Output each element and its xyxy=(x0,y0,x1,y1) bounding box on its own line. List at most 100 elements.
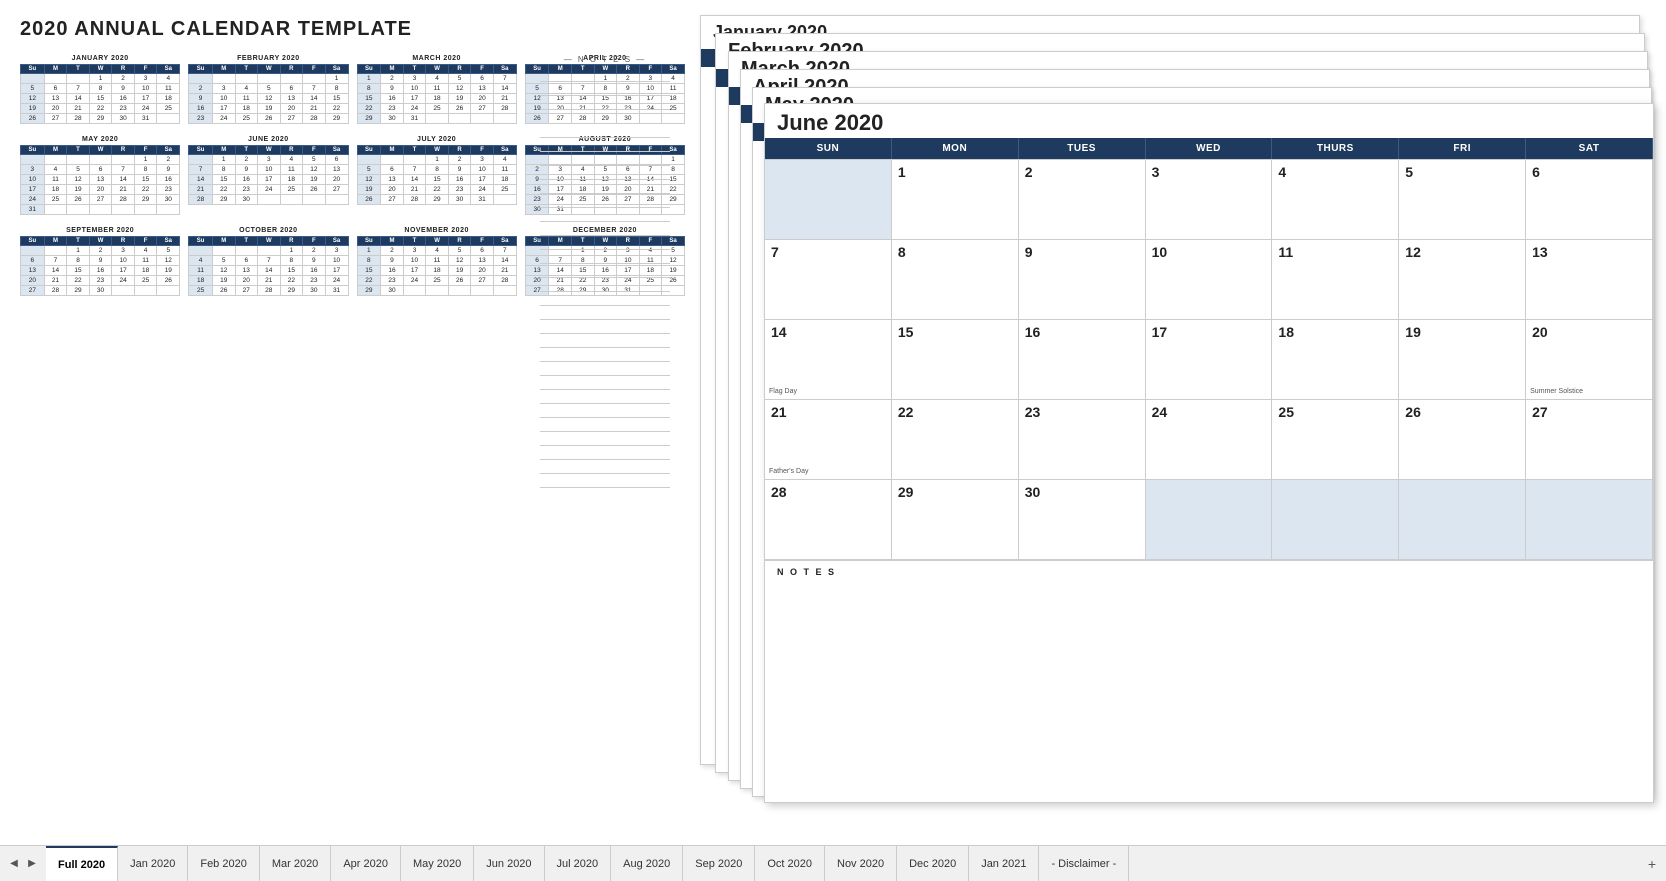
cell-note: Flag Day xyxy=(769,388,797,395)
june-cell: 22 xyxy=(892,400,1019,480)
notes-line xyxy=(540,390,670,404)
notes-line xyxy=(540,124,670,138)
june-cell: 2 xyxy=(1019,160,1146,240)
sheet-tab[interactable]: May 2020 xyxy=(401,846,474,881)
mini-month: FEBRUARY 2020SuMTWRFSa123456789101112131… xyxy=(188,55,348,124)
sheet-tab[interactable]: Sep 2020 xyxy=(683,846,755,881)
june-cell: 30 xyxy=(1019,480,1146,560)
june-cell: 4 xyxy=(1272,160,1399,240)
sheet-tab[interactable]: Aug 2020 xyxy=(611,846,683,881)
mini-month-title: FEBRUARY 2020 xyxy=(188,55,348,62)
june-cell: 26 xyxy=(1399,400,1526,480)
mini-month-title: JULY 2020 xyxy=(357,136,517,143)
june-cell: 27 xyxy=(1526,400,1653,480)
notes-line xyxy=(540,82,670,96)
notes-line xyxy=(540,334,670,348)
sheet-tab[interactable]: Full 2020 xyxy=(46,846,118,881)
mini-month: SEPTEMBER 2020SuMTWRFSa12345678910111213… xyxy=(20,227,180,296)
june-cell: 10 xyxy=(1146,240,1273,320)
mini-month: MARCH 2020SuMTWRFSa123456789101112131415… xyxy=(357,55,517,124)
june-cell: 20Summer Solstice xyxy=(1526,320,1653,400)
notes-line xyxy=(540,96,670,110)
cell-note: Father's Day xyxy=(769,468,808,475)
june-cell xyxy=(1146,480,1273,560)
june-cell: 9 xyxy=(1019,240,1146,320)
page-title: 2020 ANNUAL CALENDAR TEMPLATE xyxy=(20,18,412,41)
june-cell: 1 xyxy=(892,160,1019,240)
june-cell: 21Father's Day xyxy=(765,400,892,480)
mini-month-title: OCTOBER 2020 xyxy=(188,227,348,234)
main-content: 2020 ANNUAL CALENDAR TEMPLATE JANUARY 20… xyxy=(0,0,1666,845)
sheet-tab[interactable]: Nov 2020 xyxy=(825,846,897,881)
june-cell: 15 xyxy=(892,320,1019,400)
june-notes-row: N O T E S xyxy=(765,560,1653,610)
mini-month: NOVEMBER 2020SuMTWRFSa123456789101112131… xyxy=(357,227,517,296)
june-cell: 8 xyxy=(892,240,1019,320)
june-cell: 24 xyxy=(1146,400,1273,480)
mini-month: OCTOBER 2020SuMTWRFSa1234567891011121314… xyxy=(188,227,348,296)
sheet-tab[interactable]: Apr 2020 xyxy=(331,846,401,881)
june-cell: 7 xyxy=(765,240,892,320)
notes-line xyxy=(540,194,670,208)
notes-section: — N O T E S — xyxy=(540,55,670,488)
cell-note: Summer Solstice xyxy=(1530,388,1583,395)
mini-month-title: JANUARY 2020 xyxy=(20,55,180,62)
notes-line xyxy=(540,152,670,166)
june-cell: 13 xyxy=(1526,240,1653,320)
tab-scroll-right[interactable]: ▶ xyxy=(24,856,40,872)
sheet-tab[interactable]: Oct 2020 xyxy=(755,846,825,881)
notes-line xyxy=(540,222,670,236)
june-cell xyxy=(765,160,892,240)
june-cell: 28 xyxy=(765,480,892,560)
mini-month-title: MARCH 2020 xyxy=(357,55,517,62)
sheet-tab[interactable]: Jun 2020 xyxy=(474,846,544,881)
june-notes-label: N O T E S xyxy=(777,567,1641,577)
sheet-tab[interactable]: Feb 2020 xyxy=(188,846,259,881)
tab-nav-arrows: ◀ ▶ xyxy=(0,846,46,881)
june-cell xyxy=(1399,480,1526,560)
sheet-tab[interactable]: Mar 2020 xyxy=(260,846,331,881)
june-cell: 16 xyxy=(1019,320,1146,400)
june-title: June 2020 xyxy=(765,104,1653,138)
sheet-tab[interactable]: Dec 2020 xyxy=(897,846,969,881)
stack-june-full: June 2020 SUNMONTUESWEDTHURSFRISAT 12345… xyxy=(764,103,1654,803)
tabs-container: Full 2020Jan 2020Feb 2020Mar 2020Apr 202… xyxy=(46,846,1638,881)
june-cell: 23 xyxy=(1019,400,1146,480)
sheet-tab[interactable]: - Disclaimer - xyxy=(1039,846,1129,881)
notes-line xyxy=(540,250,670,264)
mini-month-title: JUNE 2020 xyxy=(188,136,348,143)
june-cell: 3 xyxy=(1146,160,1273,240)
notes-line xyxy=(540,138,670,152)
notes-line xyxy=(540,264,670,278)
tab-add-button[interactable]: + xyxy=(1638,846,1666,881)
sheet-tab[interactable]: Jan 2021 xyxy=(969,846,1039,881)
notes-line xyxy=(540,432,670,446)
mini-month-title: NOVEMBER 2020 xyxy=(357,227,517,234)
notes-line xyxy=(540,418,670,432)
sheet-tab[interactable]: Jan 2020 xyxy=(118,846,188,881)
june-cell xyxy=(1272,480,1399,560)
mini-month: JANUARY 2020SuMTWRFSa1234567891011121314… xyxy=(20,55,180,124)
june-cell: 5 xyxy=(1399,160,1526,240)
notes-line xyxy=(540,404,670,418)
tab-scroll-left[interactable]: ◀ xyxy=(6,856,22,872)
june-cell: 18 xyxy=(1272,320,1399,400)
mini-month-title: MAY 2020 xyxy=(20,136,180,143)
notes-line xyxy=(540,474,670,488)
tab-bar: ◀ ▶ Full 2020Jan 2020Feb 2020Mar 2020Apr… xyxy=(0,845,1666,881)
stacked-calendars: January 2020 SUNMON TUESWED THURSFRI SAT… xyxy=(700,15,1650,815)
notes-line xyxy=(540,460,670,474)
sheet-tab[interactable]: Jul 2020 xyxy=(545,846,612,881)
june-cell xyxy=(1526,480,1653,560)
june-cell: 17 xyxy=(1146,320,1273,400)
june-grid: 1234567891011121314Flag Day151617181920S… xyxy=(765,159,1653,560)
notes-line xyxy=(540,110,670,124)
notes-lines xyxy=(540,68,670,488)
notes-line xyxy=(540,68,670,82)
notes-line xyxy=(540,292,670,306)
june-col-header: SUNMONTUESWEDTHURSFRISAT xyxy=(765,138,1653,159)
june-cell: 6 xyxy=(1526,160,1653,240)
june-cell: 29 xyxy=(892,480,1019,560)
notes-line xyxy=(540,180,670,194)
notes-line xyxy=(540,236,670,250)
